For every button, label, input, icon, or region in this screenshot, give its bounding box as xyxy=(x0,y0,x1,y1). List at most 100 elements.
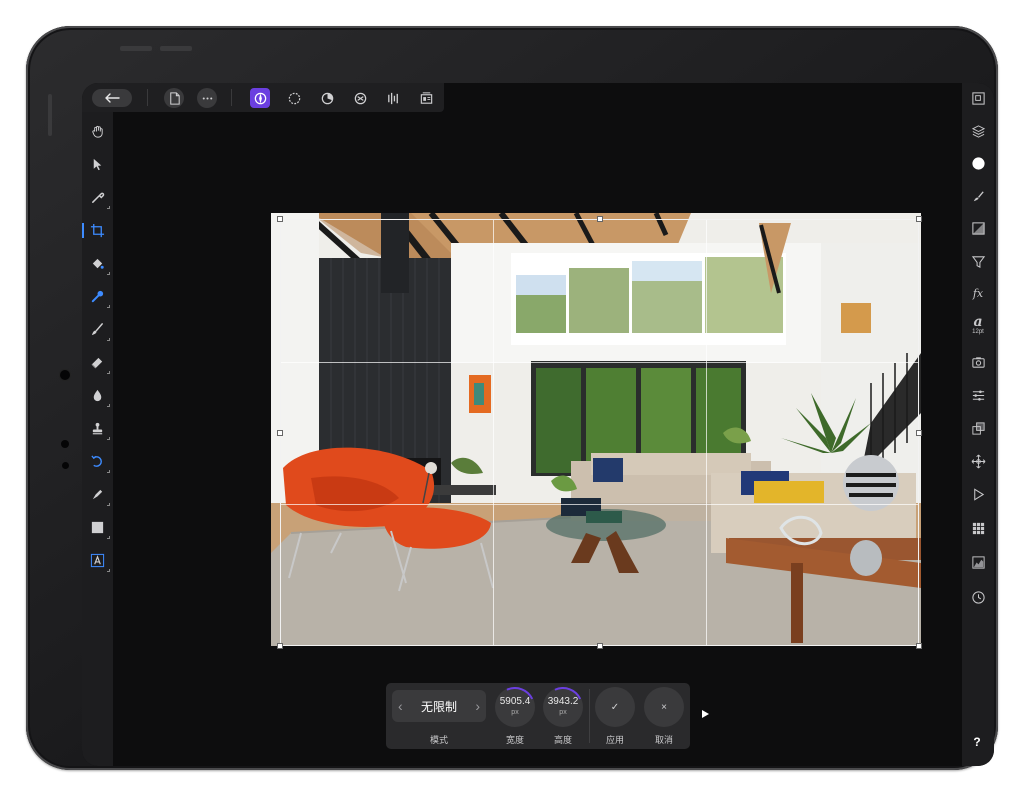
divider xyxy=(589,689,590,743)
history-icon xyxy=(971,590,985,604)
brushes-icon xyxy=(973,190,984,201)
apply-button[interactable]: ✓ xyxy=(595,687,635,727)
selection-brush-icon xyxy=(91,290,104,303)
brushes-studio-button[interactable] xyxy=(969,187,987,205)
swatches-icon xyxy=(972,522,984,534)
sensor xyxy=(61,440,69,448)
history-studio-button[interactable] xyxy=(969,588,987,606)
crop-handle-bottom[interactable] xyxy=(597,643,603,649)
develop-persona-icon xyxy=(321,92,333,104)
hand-icon xyxy=(92,125,103,138)
hand-tool[interactable] xyxy=(87,121,108,142)
crop-selection[interactable] xyxy=(277,216,922,649)
batch-persona-button[interactable] xyxy=(416,88,436,108)
batch-persona-icon xyxy=(420,91,432,104)
crop-tool[interactable] xyxy=(82,220,108,241)
camera xyxy=(60,370,70,380)
cancel-button[interactable]: × xyxy=(644,687,684,727)
flood-fill-icon xyxy=(92,258,104,269)
crop-handle-bottom-right[interactable] xyxy=(916,643,922,649)
eraser-tool[interactable] xyxy=(87,352,110,374)
more-button[interactable] xyxy=(197,88,217,108)
document-icon xyxy=(169,91,180,105)
crop-handle-left[interactable] xyxy=(277,430,283,436)
tone-map-persona-button[interactable] xyxy=(350,88,370,108)
photo-persona-button[interactable] xyxy=(250,88,270,108)
liquify-persona-button[interactable] xyxy=(284,88,304,108)
apply-label: 应用 xyxy=(605,735,624,745)
develop-persona-button[interactable] xyxy=(317,88,337,108)
close-icon: × xyxy=(661,701,667,713)
snapshot-studio-button[interactable] xyxy=(969,353,987,371)
chevron-right-icon[interactable]: › xyxy=(475,698,480,714)
dial-arc xyxy=(489,681,541,733)
crop-handle-top-right[interactable] xyxy=(916,216,922,222)
crop-handle-bottom-left[interactable] xyxy=(277,643,283,649)
pen-icon xyxy=(92,489,103,500)
volume-button xyxy=(120,46,152,51)
top-toolbar xyxy=(82,83,444,112)
color-studio-button[interactable] xyxy=(969,154,987,172)
dial-arc xyxy=(537,681,589,733)
filter-studio-button[interactable] xyxy=(969,252,987,270)
crop-mode-selector[interactable]: ‹ 无限制 › xyxy=(392,690,486,722)
character-size-label: 12pt xyxy=(972,329,984,335)
layers-studio-button[interactable] xyxy=(969,122,987,140)
crop-handle-right[interactable] xyxy=(916,430,922,436)
back-button[interactable] xyxy=(92,89,132,107)
blur-tool[interactable] xyxy=(87,385,110,407)
mode-label: 模式 xyxy=(429,735,448,745)
width-dial[interactable]: 5905.4 px xyxy=(489,681,541,733)
app-screen: fx a 12pt ? ‹ 无限制 › 模式 5905.4 px 宽度 3943… xyxy=(82,83,994,766)
help-button[interactable]: ? xyxy=(970,735,984,749)
sensor xyxy=(62,462,69,469)
expand-toolbar-icon[interactable] xyxy=(702,710,709,718)
layers-icon xyxy=(971,124,985,138)
pen-tool[interactable] xyxy=(87,484,110,506)
crop-handle-top-left[interactable] xyxy=(277,216,283,222)
volume-button xyxy=(160,46,192,51)
navigator-icon xyxy=(971,91,985,105)
undo-brush-tool[interactable] xyxy=(87,451,110,473)
histogram-studio-button[interactable] xyxy=(969,553,987,571)
height-label: 高度 xyxy=(553,735,572,745)
navigator-studio-button[interactable] xyxy=(969,89,987,107)
macro-studio-button[interactable] xyxy=(969,485,987,503)
width-label: 宽度 xyxy=(505,735,524,745)
liquify-persona-icon xyxy=(288,92,300,104)
crop-mode-value: 无限制 xyxy=(420,699,457,714)
paint-brush-icon xyxy=(91,323,103,336)
adjustments-icon xyxy=(971,221,985,235)
move-tool[interactable] xyxy=(87,154,108,175)
text-tool[interactable] xyxy=(87,550,110,572)
swatches-studio-button[interactable] xyxy=(969,519,987,537)
color-picker-tool[interactable] xyxy=(87,187,110,209)
character-studio-button[interactable]: a 12pt xyxy=(969,313,987,339)
filter-icon xyxy=(971,255,985,268)
export-persona-button[interactable] xyxy=(383,88,403,108)
undo-brush-icon xyxy=(91,455,102,467)
tone-map-persona-icon xyxy=(354,92,366,104)
clone-stamp-tool[interactable] xyxy=(87,418,110,440)
snapshot-icon xyxy=(971,356,985,368)
transform-studio-button[interactable] xyxy=(969,419,987,437)
chevron-left-icon[interactable]: ‹ xyxy=(398,698,403,714)
shape-tool[interactable] xyxy=(87,517,110,539)
text-icon xyxy=(90,553,105,568)
shape-icon xyxy=(91,521,104,534)
move-studio-button[interactable] xyxy=(969,452,987,470)
selection-brush-tool[interactable] xyxy=(87,286,110,308)
tools-panel xyxy=(82,112,113,766)
flood-fill-tool[interactable] xyxy=(87,253,110,275)
crop-handle-top[interactable] xyxy=(597,216,603,222)
paint-brush-tool[interactable] xyxy=(87,319,110,341)
fx-studio-button[interactable]: fx xyxy=(969,284,987,302)
document-button[interactable] xyxy=(164,88,184,108)
crop-grid-line xyxy=(706,220,707,645)
channels-studio-button[interactable] xyxy=(969,386,987,404)
crop-grid-line xyxy=(281,504,918,505)
adjustments-studio-button[interactable] xyxy=(969,219,987,237)
ipad-frame: fx a 12pt ? ‹ 无限制 › 模式 5905.4 px 宽度 3943… xyxy=(26,26,998,770)
height-dial[interactable]: 3943.2 px xyxy=(537,681,589,733)
move-icon xyxy=(971,454,985,468)
